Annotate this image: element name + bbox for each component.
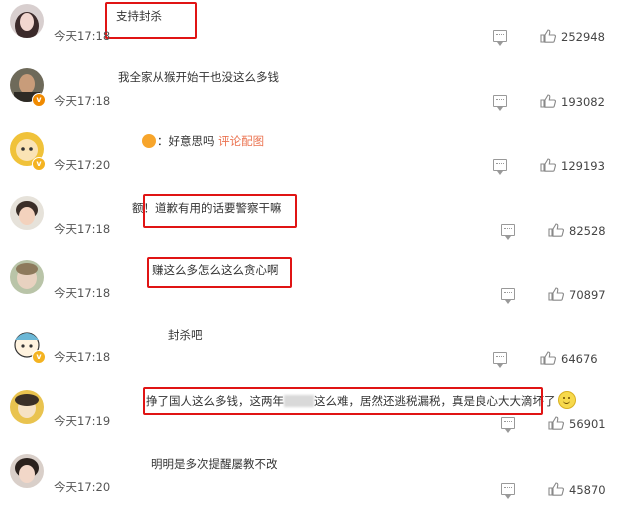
like-count: 252948 [561, 30, 605, 44]
like-count: 64676 [561, 352, 598, 366]
verified-badge: v [32, 350, 46, 364]
verified-badge: v [32, 157, 46, 171]
comment-icon[interactable] [501, 417, 515, 433]
thumbs-up-icon[interactable] [548, 223, 564, 237]
comment-item: 支持封杀 今天17:18 252948 [0, 0, 617, 64]
avatar[interactable] [10, 4, 44, 38]
comment-icon[interactable] [493, 159, 507, 175]
comment-item: 挣了国人这么多钱，这两年 这么难，居然还逃税漏税，真是良心大大滴坏了 今天17:1… [0, 384, 617, 448]
comment-time: 今天17:18 [54, 94, 111, 108]
verified-badge: v [32, 93, 46, 107]
comment-item: ：好意思吗 评论配图 今天17:20 129193 [0, 128, 617, 192]
comment-text: 我全家从猴开始干也没这么多钱 [118, 70, 279, 84]
like-count: 45870 [569, 483, 606, 497]
like-count: 129193 [561, 159, 605, 173]
thumbs-up-icon[interactable] [540, 94, 556, 108]
highlight-box [143, 387, 543, 415]
comment-icon[interactable] [493, 30, 507, 46]
comment-icon[interactable] [493, 95, 507, 111]
comment-icon[interactable] [501, 288, 515, 304]
comment-time: 今天17:20 [54, 480, 111, 494]
highlight-box [147, 257, 292, 288]
shy-emoji-icon [142, 134, 156, 148]
thumbs-up-icon[interactable] [540, 158, 556, 172]
comment-icon[interactable] [501, 483, 515, 499]
comment-text: ：好意思吗 评论配图 [142, 133, 264, 149]
thumbs-up-icon[interactable] [548, 482, 564, 496]
comment-time: 今天17:18 [54, 286, 111, 300]
thumbs-up-icon[interactable] [548, 416, 564, 430]
comment-icon[interactable] [493, 352, 507, 368]
comment-time: 今天17:18 [54, 350, 111, 364]
thumbs-up-icon[interactable] [540, 29, 556, 43]
like-count: 193082 [561, 95, 605, 109]
avatar[interactable] [10, 260, 44, 294]
avatar[interactable] [10, 390, 44, 424]
comment-time: 今天17:19 [54, 414, 111, 428]
comment-image-link[interactable]: 评论配图 [218, 134, 264, 148]
like-count: 56901 [569, 417, 606, 431]
comment-text: 封杀吧 [168, 328, 203, 342]
comment-item: 我全家从猴开始干也没这么多钱 今天17:18 193082 [0, 64, 617, 128]
comment-time: 今天17:18 [54, 29, 111, 43]
avatar[interactable] [10, 196, 44, 230]
avatar[interactable] [10, 454, 44, 488]
smile-emoji-icon [557, 391, 576, 409]
like-count: 82528 [569, 224, 606, 238]
comment-item: 封杀吧 今天17:18 64676 [0, 320, 617, 384]
comment-text: 明明是多次提醒屡教不改 [151, 457, 278, 471]
comment-icon[interactable] [501, 224, 515, 240]
highlight-box [143, 194, 297, 228]
comment-item: 额！道歉有用的话要警察干嘛 今天17:18 82528 [0, 192, 617, 256]
comment-item: 赚这么多怎么这么贪心啊 今天17:18 70897 [0, 256, 617, 320]
thumbs-up-icon[interactable] [540, 351, 556, 365]
comment-item: 明明是多次提醒屡教不改 今天17:20 45870 [0, 448, 617, 512]
comment-time: 今天17:20 [54, 158, 111, 172]
thumbs-up-icon[interactable] [548, 287, 564, 301]
highlight-box [105, 2, 197, 39]
comment-time: 今天17:18 [54, 222, 111, 236]
like-count: 70897 [569, 288, 606, 302]
